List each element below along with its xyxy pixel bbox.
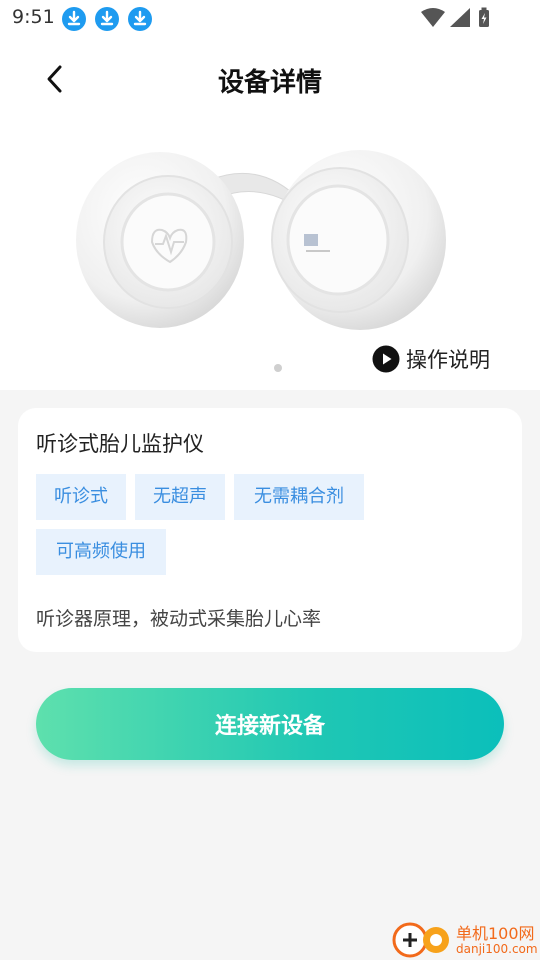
header: 设备详情 xyxy=(0,50,540,108)
operation-guide-button[interactable]: 操作说明 xyxy=(372,344,490,374)
operation-guide-label: 操作说明 xyxy=(406,348,490,372)
carousel-dot[interactable] xyxy=(274,364,282,372)
watermark-logo: 单机100网 danji100.com xyxy=(390,918,540,960)
watermark-text: 单机100网 xyxy=(456,924,535,943)
wifi-icon xyxy=(421,8,445,27)
download-icon xyxy=(128,7,152,31)
feature-tag: 无超声 xyxy=(135,474,225,520)
feature-tag: 无需耦合剂 xyxy=(234,474,364,520)
download-icon xyxy=(95,7,119,31)
play-circle-icon xyxy=(372,345,400,373)
status-time: 9:51 xyxy=(12,6,55,28)
device-info-card: 听诊式胎儿监护仪 听诊式 无超声 无需耦合剂 可高频使用 听诊器原理，被动式采集… xyxy=(18,408,522,652)
connect-button-label: 连接新设备 xyxy=(214,714,325,739)
feature-tag: 可高频使用 xyxy=(36,529,166,575)
carousel-indicator xyxy=(274,364,282,372)
download-icon xyxy=(62,7,86,31)
connect-new-device-button[interactable]: 连接新设备 xyxy=(36,688,504,760)
status-icons xyxy=(420,6,500,34)
watermark-url: danji100.com xyxy=(456,942,538,956)
page-title: 设备详情 xyxy=(217,68,322,98)
product-image[interactable] xyxy=(60,140,460,360)
device-description: 听诊器原理，被动式采集胎儿心率 xyxy=(36,608,322,630)
feature-tag: 听诊式 xyxy=(36,474,126,520)
status-bar: 9:51 xyxy=(0,0,540,36)
device-name: 听诊式胎儿监护仪 xyxy=(36,432,204,456)
signal-icon xyxy=(450,8,470,27)
battery-charging-icon xyxy=(479,7,489,27)
